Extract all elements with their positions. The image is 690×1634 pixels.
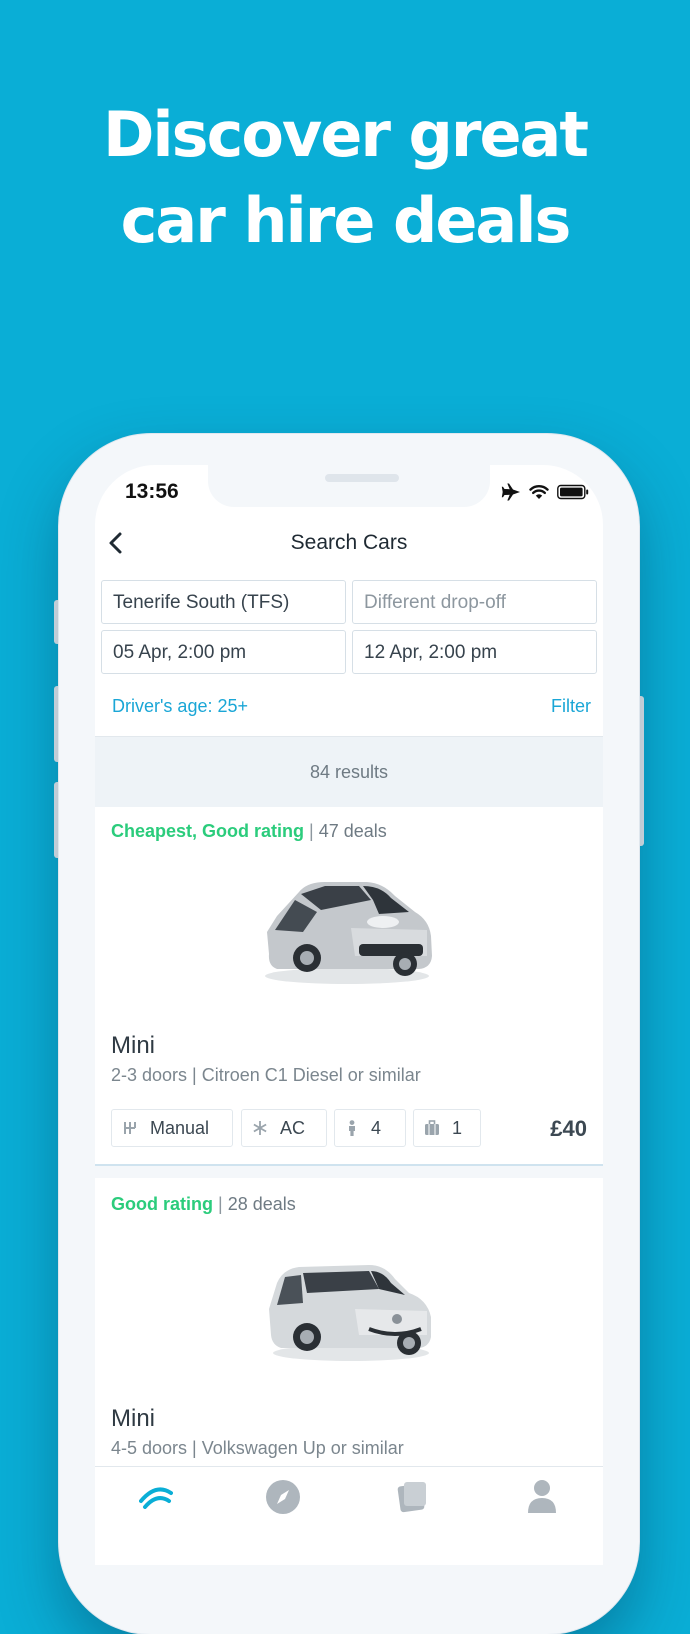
deal-badge: Good rating — [111, 1194, 213, 1214]
pickup-location-field[interactable]: Tenerife South (TFS) — [101, 580, 346, 624]
battery-icon — [557, 484, 589, 500]
car-description: 4-5 doors | Volkswagen Up or similar — [111, 1438, 404, 1458]
separator: | — [309, 821, 319, 841]
airplane-icon — [501, 483, 520, 501]
results-count: 84 results — [309, 762, 389, 782]
transmission-chip: Manual — [111, 1109, 233, 1147]
deal-price[interactable]: £40 — [550, 1116, 587, 1142]
ac-label: AC — [280, 1117, 306, 1138]
headline-line-1: Discover great — [102, 98, 589, 171]
wifi-icon — [529, 485, 549, 499]
car-description: 2-3 doors | Citroen C1 Diesel or similar — [111, 1065, 421, 1085]
separator: | — [218, 1194, 228, 1214]
phone-speaker — [325, 474, 399, 482]
results-count-bar: 84 results — [95, 736, 603, 807]
phone-notch — [208, 465, 490, 507]
car-category-title: Mini — [111, 1405, 156, 1432]
deal-count: 28 deals — [227, 1194, 296, 1214]
car-category-title: Mini — [111, 1032, 156, 1059]
deal-header: Good rating | 28 deals — [111, 1194, 296, 1215]
deal-count: 47 deals — [318, 821, 387, 841]
person-icon — [349, 1120, 355, 1136]
ac-chip: AC — [241, 1109, 327, 1147]
car-image-volkswagen-up[interactable] — [259, 1253, 435, 1365]
filter-link[interactable]: Filter — [551, 696, 591, 717]
status-icons — [501, 483, 589, 501]
marketing-headline: Discover great car hire deals — [0, 92, 690, 264]
transmission-label: Manual — [150, 1117, 210, 1138]
compass-icon[interactable] — [265, 1479, 301, 1515]
profile-icon[interactable] — [527, 1479, 557, 1513]
transmission-icon — [124, 1122, 136, 1134]
deal-badge: Cheapest, Good rating — [111, 821, 305, 841]
seats-chip: 4 — [334, 1109, 406, 1147]
headline-line-2: car hire deals — [120, 184, 572, 257]
bottom-tab-bar — [95, 1466, 603, 1565]
seats-label: 4 — [371, 1117, 382, 1138]
bags-label: 1 — [452, 1117, 463, 1138]
deal-header: Cheapest, Good rating | 47 deals — [111, 821, 387, 842]
car-image-citroen-c1[interactable] — [255, 870, 435, 990]
page-title: Search Cars — [290, 531, 408, 554]
bags-chip: 1 — [413, 1109, 481, 1147]
pickup-date-field[interactable]: 05 Apr, 2:00 pm — [101, 630, 346, 674]
phone-screen: 13:56 Search Cars Tenerife South (TFS) D… — [95, 465, 603, 1565]
dropoff-date-field[interactable]: 12 Apr, 2:00 pm — [352, 630, 597, 674]
trips-icon[interactable] — [395, 1479, 429, 1513]
drivers-age-link[interactable]: Driver's age: 25+ — [112, 696, 248, 717]
status-time: 13:56 — [125, 480, 179, 503]
luggage-icon — [425, 1120, 439, 1135]
dropoff-location-field[interactable]: Different drop-off — [352, 580, 597, 624]
skyscanner-logo-icon[interactable] — [139, 1479, 173, 1509]
snowflake-icon — [253, 1121, 267, 1135]
card-separator — [95, 1166, 603, 1178]
